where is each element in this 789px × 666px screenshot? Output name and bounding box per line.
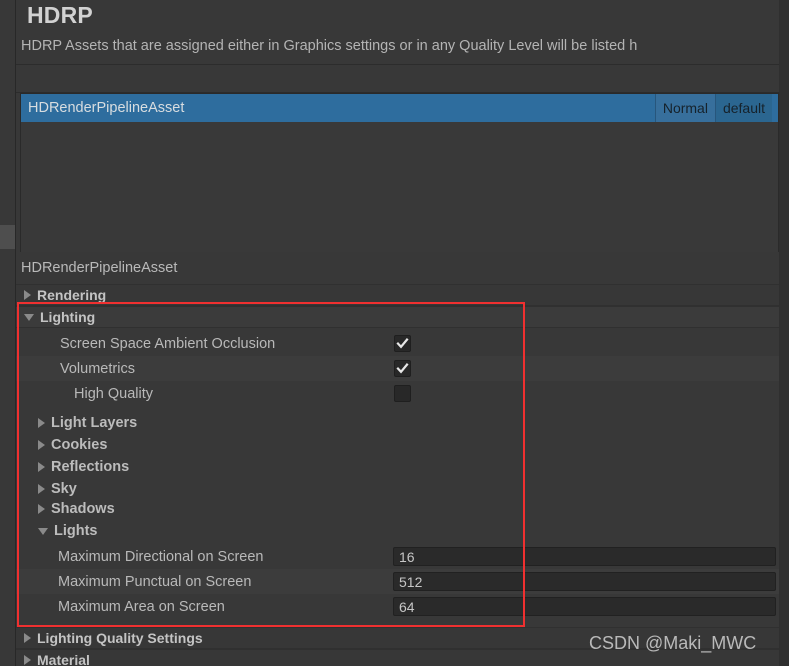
- hdrp-settings-window: HDRP HDRP Assets that are assigned eithe…: [0, 0, 789, 666]
- input-value: 512: [399, 573, 423, 590]
- input-value: 16: [399, 548, 415, 565]
- chevron-right-icon: [24, 290, 31, 300]
- chevron-right-icon: [38, 462, 45, 472]
- row-high-quality: High Quality: [16, 381, 779, 406]
- row-maximum-area-on-screen: Maximum Area on Screen 64: [16, 594, 779, 619]
- list-item[interactable]: HDRenderPipelineAsset Normal default: [21, 94, 778, 122]
- input-value: 64: [399, 598, 415, 615]
- foldout-sky-label: Sky: [51, 481, 77, 497]
- status-badge: Normal: [654, 94, 715, 122]
- foldout-lights[interactable]: Lights: [16, 520, 779, 542]
- foldout-light-layers[interactable]: Light Layers: [16, 412, 779, 434]
- checkbox-screen-space-ambient-occlusion[interactable]: [394, 335, 411, 352]
- foldout-lighting-quality-settings-label: Lighting Quality Settings: [37, 630, 203, 646]
- row-maximum-directional-on-screen: Maximum Directional on Screen 16: [16, 544, 779, 569]
- foldout-cookies-label: Cookies: [51, 437, 108, 453]
- label-maximum-punctual-on-screen: Maximum Punctual on Screen: [58, 573, 252, 590]
- foldout-material-label: Material: [37, 652, 90, 666]
- foldout-sky[interactable]: Sky: [16, 478, 779, 500]
- row-maximum-punctual-on-screen: Maximum Punctual on Screen 512: [16, 569, 779, 594]
- settings-panel: HDRP HDRP Assets that are assigned eithe…: [15, 0, 779, 666]
- foldout-lighting[interactable]: Lighting: [16, 306, 779, 328]
- chevron-right-icon: [24, 633, 31, 643]
- chevron-right-icon: [38, 504, 45, 514]
- vertical-scrollbar-thumb[interactable]: [0, 225, 15, 249]
- chevron-right-icon: [38, 418, 45, 428]
- row-volumetrics: Volumetrics: [16, 356, 779, 381]
- foldout-lights-label: Lights: [54, 523, 98, 539]
- right-gutter: [778, 0, 789, 666]
- check-icon: [396, 338, 409, 349]
- inspector-asset-name: HDRenderPipelineAsset: [21, 260, 178, 276]
- asset-list-empty-area: [21, 122, 778, 252]
- input-maximum-area-on-screen[interactable]: 64: [393, 597, 776, 616]
- label-screen-space-ambient-occlusion: Screen Space Ambient Occlusion: [60, 335, 276, 352]
- page-description: HDRP Assets that are assigned either in …: [21, 38, 638, 54]
- chevron-down-icon: [24, 313, 34, 321]
- chevron-right-icon: [38, 484, 45, 494]
- input-maximum-punctual-on-screen[interactable]: 512: [393, 572, 776, 591]
- page-title: HDRP: [27, 2, 93, 28]
- checkbox-volumetrics[interactable]: [394, 360, 411, 377]
- hdrp-asset-list: HDRenderPipelineAsset Normal default: [20, 93, 779, 252]
- foldout-lighting-label: Lighting: [40, 309, 96, 325]
- list-toolbar[interactable]: [16, 65, 779, 93]
- foldout-reflections-label: Reflections: [51, 459, 130, 475]
- watermark: CSDN @Maki_MWC: [589, 633, 757, 653]
- foldout-shadows-label: Shadows: [51, 501, 115, 517]
- quality-level-badge: default: [714, 94, 772, 122]
- chevron-right-icon: [24, 655, 31, 665]
- foldout-light-layers-label: Light Layers: [51, 415, 138, 431]
- row-screen-space-ambient-occlusion: Screen Space Ambient Occlusion: [16, 331, 779, 356]
- foldout-cookies[interactable]: Cookies: [16, 434, 779, 456]
- label-maximum-area-on-screen: Maximum Area on Screen: [58, 598, 225, 615]
- label-high-quality: High Quality: [74, 385, 153, 402]
- foldout-shadows[interactable]: Shadows: [16, 498, 779, 520]
- chevron-down-icon: [38, 527, 48, 535]
- foldout-reflections[interactable]: Reflections: [16, 456, 779, 478]
- asset-name-label: HDRenderPipelineAsset: [28, 100, 185, 116]
- input-maximum-directional-on-screen[interactable]: 16: [393, 547, 776, 566]
- label-maximum-directional-on-screen: Maximum Directional on Screen: [58, 548, 264, 565]
- chevron-right-icon: [38, 440, 45, 450]
- checkbox-high-quality[interactable]: [394, 385, 411, 402]
- left-gutter: [0, 0, 15, 666]
- label-volumetrics: Volumetrics: [60, 360, 135, 377]
- foldout-rendering[interactable]: Rendering: [16, 284, 779, 306]
- foldout-rendering-label: Rendering: [37, 287, 107, 303]
- check-icon: [396, 363, 409, 374]
